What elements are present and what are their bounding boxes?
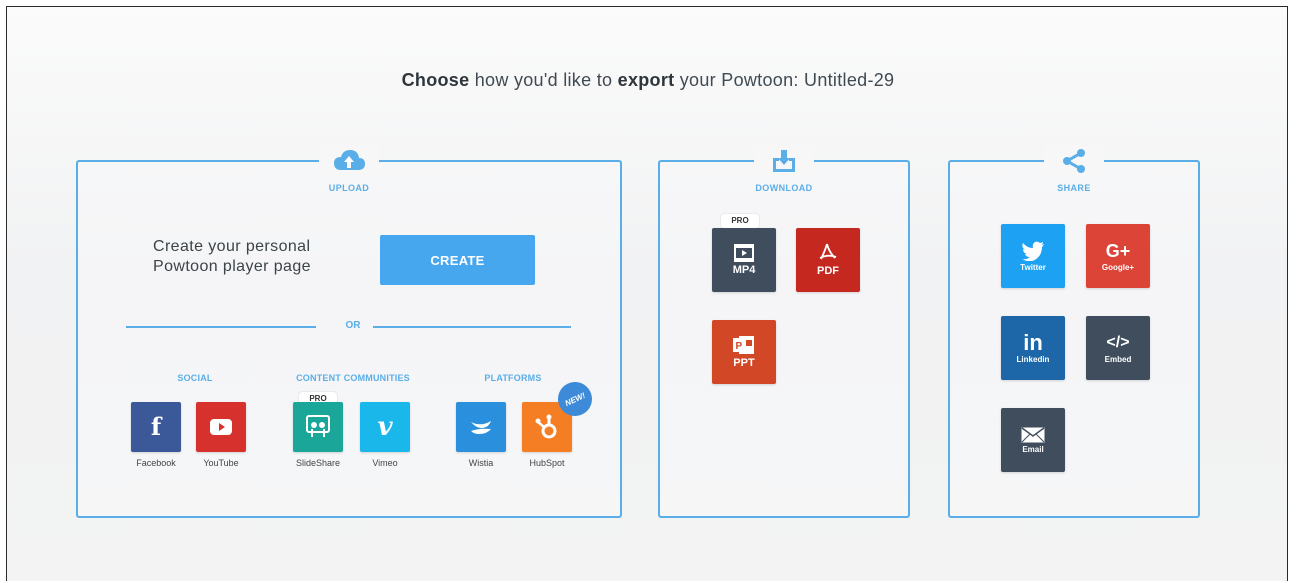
facebook-label: Facebook — [136, 458, 176, 468]
slideshare-button[interactable] — [293, 402, 343, 452]
create-text-line2: Powtoon player page — [153, 258, 311, 275]
or-divider-left — [126, 326, 316, 328]
linkedin-label: Linkedin — [1016, 354, 1050, 364]
create-button[interactable]: CREATE — [380, 235, 535, 285]
linkedin-icon: in — [1023, 329, 1043, 355]
google-plus-button[interactable]: G+ Google+ — [1086, 224, 1150, 288]
mp4-pro-tag: PRO — [721, 214, 759, 228]
upload-title: UPLOAD — [328, 183, 370, 193]
wistia-label: Wistia — [468, 458, 494, 468]
mp4-button[interactable]: MP4 — [712, 228, 776, 292]
download-panel: DOWNLOAD PRO MP4 PDF P PPT — [658, 146, 910, 518]
upload-panel-header — [319, 146, 379, 176]
vimeo-button[interactable]: v — [360, 402, 410, 452]
share-panel: SHARE Twitter G+ Google+ in Linkedin </>… — [948, 146, 1200, 518]
twitter-label: Twitter — [1020, 262, 1046, 272]
hubspot-label: HubSpot — [529, 458, 565, 468]
pdf-button[interactable]: PDF — [796, 228, 860, 292]
page-title: Choose how you'd like to export your Pow… — [7, 70, 1289, 91]
headline-export: export — [617, 70, 675, 90]
or-label: OR — [345, 320, 361, 331]
email-button[interactable]: Email — [1001, 408, 1065, 472]
pdf-label: PDF — [817, 265, 839, 277]
email-label: Email — [1022, 444, 1044, 454]
envelope-icon — [1021, 426, 1045, 442]
cloud-upload-icon — [334, 150, 365, 170]
headline-text-1: how you'd like to — [469, 70, 618, 90]
youtube-icon — [210, 419, 232, 435]
twitter-icon — [1022, 241, 1044, 261]
embed-label: Embed — [1104, 354, 1132, 364]
create-description: Create your personal Powtoon player page — [153, 237, 363, 277]
category-platforms: PLATFORMS — [484, 373, 542, 383]
powerpoint-icon: P — [733, 336, 754, 354]
facebook-button[interactable]: f — [131, 402, 181, 452]
linkedin-button[interactable]: in Linkedin — [1001, 316, 1065, 380]
headline-text-2: your Powtoon: Untitled-29 — [674, 70, 895, 90]
embed-button[interactable]: </> Embed — [1086, 316, 1150, 380]
svg-text:P: P — [736, 341, 743, 352]
download-icon — [773, 150, 795, 172]
slideshare-icon — [306, 415, 330, 437]
google-plus-icon: G+ — [1105, 240, 1131, 261]
category-content-communities: CONTENT COMMUNITIES — [296, 373, 410, 383]
film-icon — [734, 244, 754, 262]
vimeo-icon: v — [377, 412, 393, 442]
ppt-label: PPT — [733, 357, 755, 369]
download-title: DOWNLOAD — [755, 183, 813, 193]
facebook-icon: f — [150, 412, 162, 441]
headline-choose: Choose — [401, 70, 470, 90]
wistia-button[interactable] — [456, 402, 506, 452]
hubspot-icon — [535, 414, 557, 439]
download-panel-header — [754, 146, 814, 176]
youtube-label: YouTube — [203, 458, 239, 468]
youtube-button[interactable] — [196, 402, 246, 452]
google-plus-label: Google+ — [1101, 262, 1135, 272]
share-panel-header — [1044, 146, 1104, 176]
create-text-line1: Create your personal — [153, 238, 311, 255]
share-icon — [1063, 149, 1085, 173]
ppt-button[interactable]: P PPT — [712, 320, 776, 384]
mp4-label: MP4 — [732, 264, 756, 276]
code-icon: </> — [1106, 333, 1130, 351]
pdf-icon — [819, 243, 837, 260]
export-dialog: Choose how you'd like to export your Pow… — [6, 6, 1288, 581]
twitter-button[interactable]: Twitter — [1001, 224, 1065, 288]
slideshare-label: SlideShare — [295, 458, 341, 468]
wistia-icon — [471, 421, 491, 434]
share-title: SHARE — [1057, 183, 1091, 193]
upload-panel: UPLOAD Create your personal Powtoon play… — [76, 146, 622, 518]
vimeo-label: Vimeo — [372, 458, 398, 468]
or-divider-right — [373, 326, 571, 328]
category-social: SOCIAL — [177, 373, 213, 383]
